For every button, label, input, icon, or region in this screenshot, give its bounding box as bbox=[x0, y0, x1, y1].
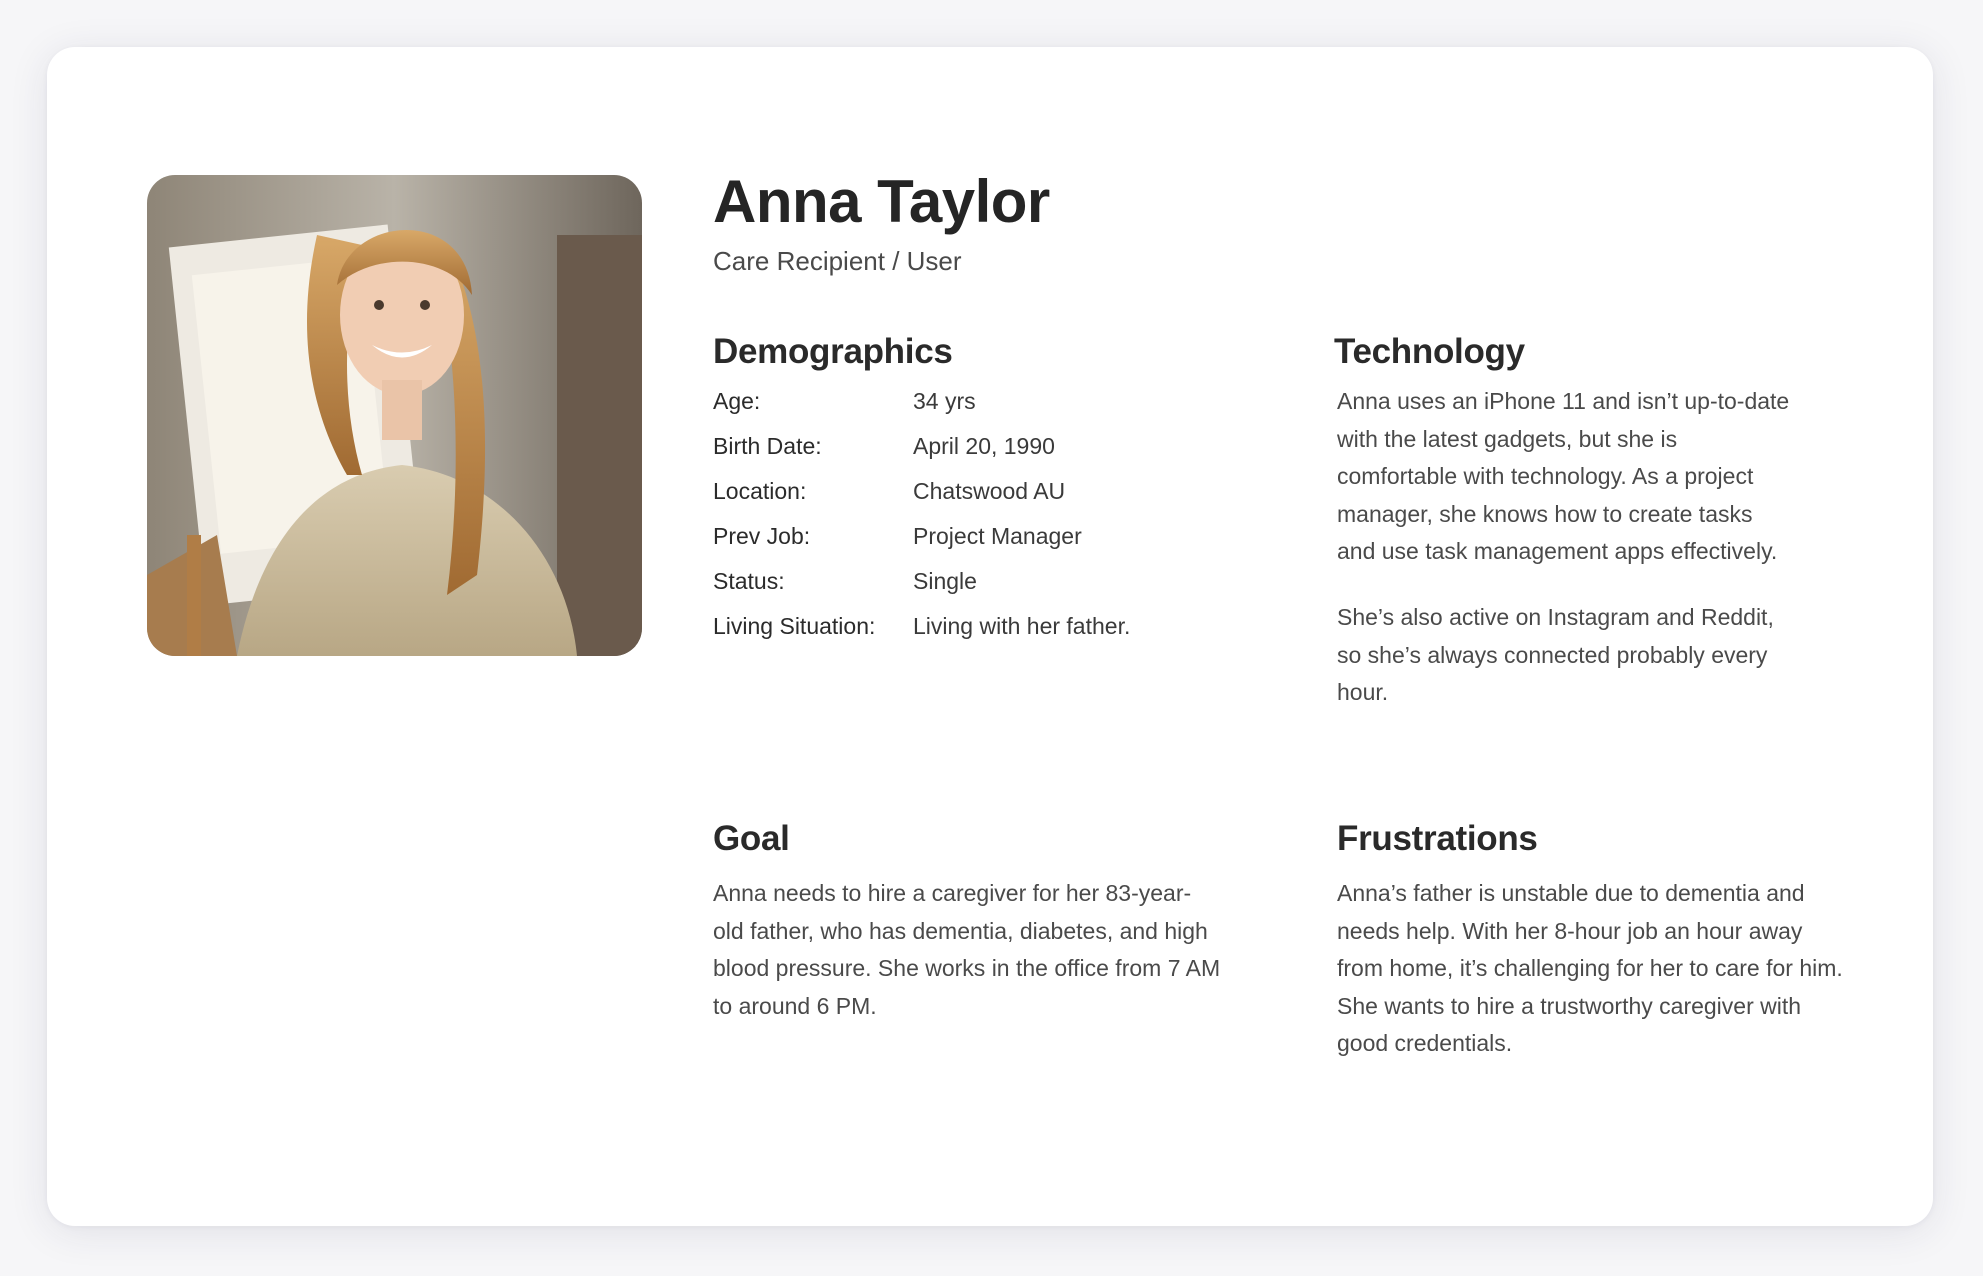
persona-card: Anna Taylor Care Recipient / User Demogr… bbox=[47, 47, 1933, 1226]
text-line: with the latest gadgets, but she is bbox=[1337, 425, 1678, 452]
persona-role: Care Recipient / User bbox=[713, 246, 962, 276]
text-line: good credentials. bbox=[1337, 1030, 1513, 1056]
text-line: from home, it’s challenging for her to c… bbox=[1337, 955, 1843, 981]
text-line: She wants to hire a trustworthy caregive… bbox=[1337, 992, 1802, 1019]
demographics-value: Single bbox=[913, 568, 977, 594]
goal-paragraph: Anna needs to hire a caregiver for her 8… bbox=[713, 875, 1220, 1025]
demographics-label: Age: bbox=[713, 388, 761, 414]
demographics-label: Status: bbox=[713, 568, 785, 594]
persona-photo-image bbox=[147, 175, 642, 656]
text-line: so she’s always connected probably every bbox=[1337, 641, 1768, 668]
demographics-row-prev-job: Prev Job: Project Manager bbox=[713, 523, 1273, 568]
text-line: old father, who has dementia, diabetes, … bbox=[713, 917, 1208, 944]
demographics-row-age: Age: 34 yrs bbox=[713, 388, 1273, 433]
text-line: Anna needs to hire a caregiver for her 8… bbox=[713, 880, 1192, 906]
demographics-table: Age: 34 yrs Birth Date: April 20, 1990 L… bbox=[713, 388, 1273, 658]
demographics-row-birth-date: Birth Date: April 20, 1990 bbox=[713, 433, 1273, 478]
technology-paragraph-1: Anna uses an iPhone 11 and isn’t up-to-d… bbox=[1337, 383, 1789, 571]
demographics-row-living-situation: Living Situation: Living with her father… bbox=[713, 613, 1273, 658]
persona-photo bbox=[147, 175, 642, 656]
demographics-label: Prev Job: bbox=[713, 523, 811, 549]
demographics-row-status: Status: Single bbox=[713, 568, 1273, 613]
demographics-row-location: Location: Chatswood AU bbox=[713, 478, 1273, 523]
frustrations-title: Frustrations bbox=[1337, 819, 1538, 858]
demographics-label: Birth Date: bbox=[713, 433, 822, 459]
goal-title: Goal bbox=[713, 819, 790, 858]
frustrations-paragraph: Anna’s father is unstable due to dementi… bbox=[1337, 875, 1843, 1063]
text-line: hour. bbox=[1337, 679, 1389, 705]
demographics-label: Location: bbox=[713, 478, 807, 504]
text-line: blood pressure. She works in the office … bbox=[713, 955, 1221, 981]
text-line: She’s also active on Instagram and Reddi… bbox=[1337, 604, 1774, 630]
demographics-value: Chatswood AU bbox=[913, 478, 1066, 504]
text-line: Anna uses an iPhone 11 and isn’t up-to-d… bbox=[1337, 388, 1790, 414]
persona-name: Anna Taylor bbox=[713, 168, 1050, 235]
text-line: comfortable with technology. As a projec… bbox=[1337, 463, 1754, 489]
technology-title: Technology bbox=[1334, 332, 1525, 371]
demographics-value: 34 yrs bbox=[913, 388, 976, 414]
text-line: needs help. With her 8-hour job an hour … bbox=[1337, 917, 1803, 944]
demographics-label: Living Situation: bbox=[713, 613, 876, 639]
text-line: to around 6 PM. bbox=[713, 992, 877, 1019]
text-line: and use task management apps effectively… bbox=[1337, 538, 1778, 564]
demographics-value: Project Manager bbox=[913, 523, 1082, 549]
demographics-value: April 20, 1990 bbox=[913, 433, 1055, 459]
text-line: manager, she knows how to create tasks bbox=[1337, 500, 1753, 527]
technology-paragraph-2: She’s also active on Instagram and Reddi… bbox=[1337, 599, 1774, 712]
demographics-value: Living with her father. bbox=[913, 613, 1131, 639]
demographics-title: Demographics bbox=[713, 332, 953, 371]
text-line: Anna’s father is unstable due to dementi… bbox=[1337, 880, 1805, 906]
